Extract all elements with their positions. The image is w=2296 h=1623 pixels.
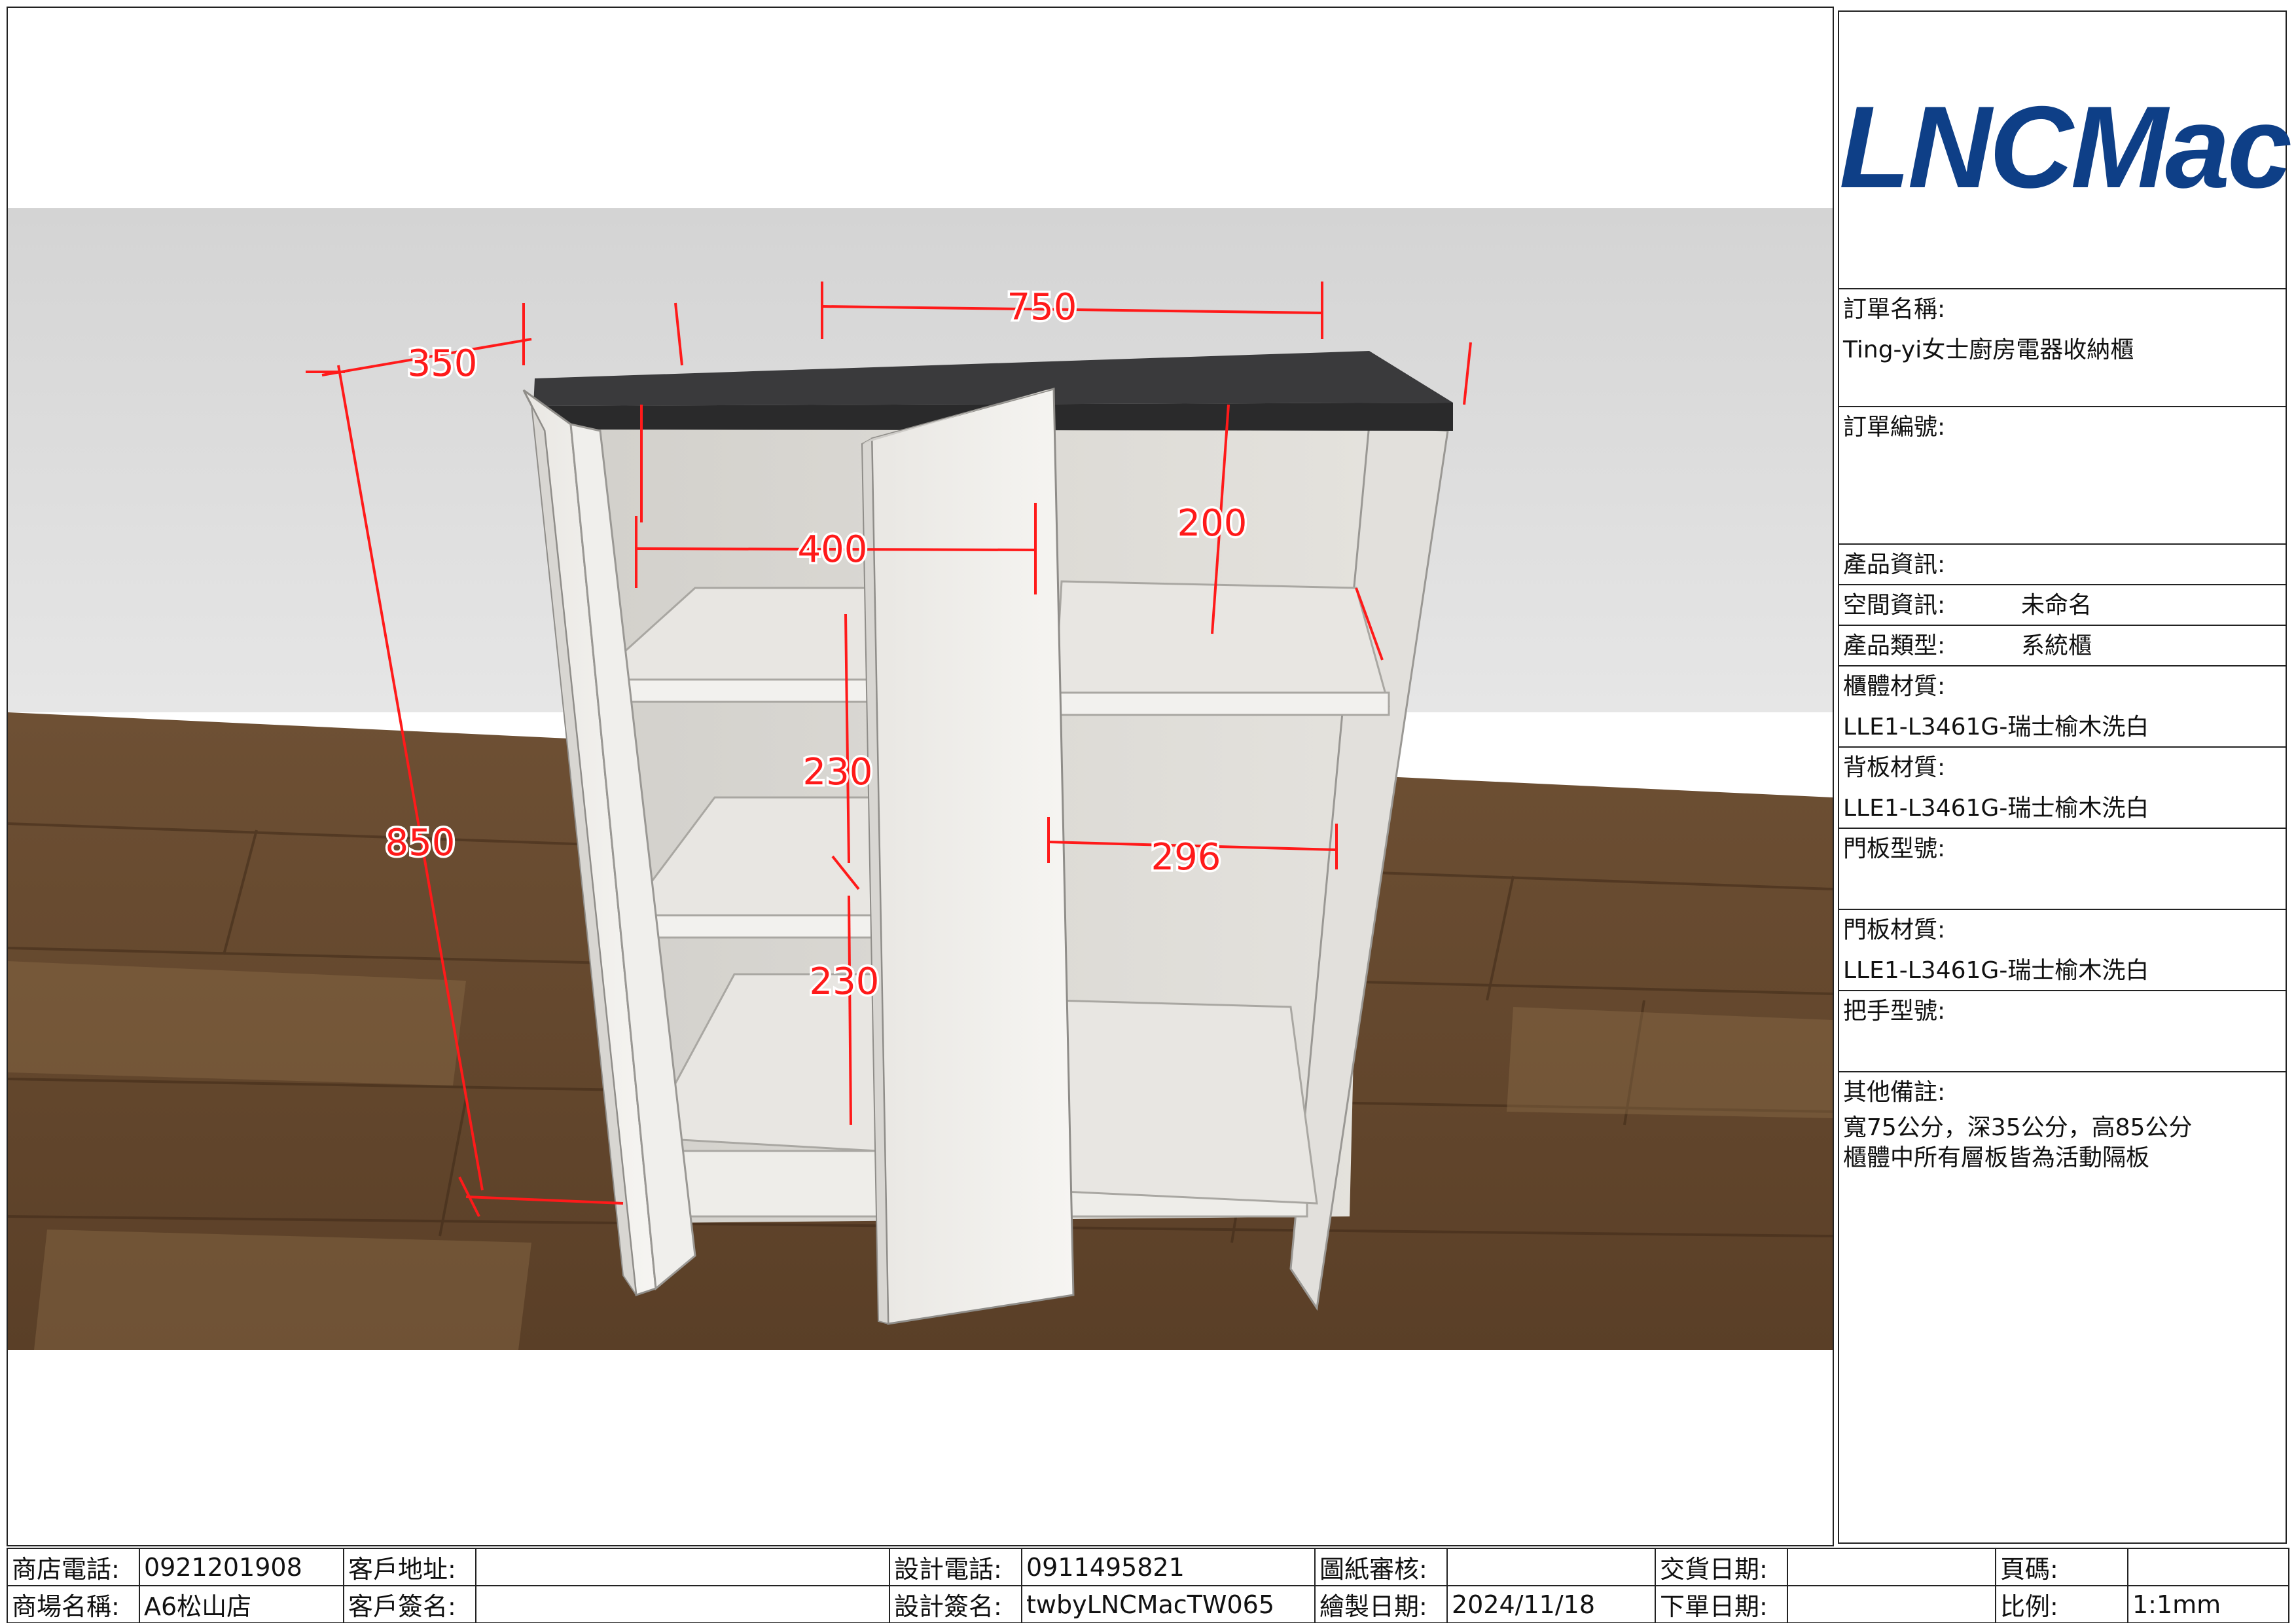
drawing-sheet: 750 350 850 400 200 230 230 296 LNCMac 訂… bbox=[0, 0, 2296, 1623]
remarks-label: 其他備註: bbox=[1843, 1079, 1946, 1106]
design-sign-label: 設計簽名: bbox=[889, 1585, 1022, 1623]
cabinet-material-field: 櫃體材質: LLE1-L3461G-瑞士榆木洗白 bbox=[1839, 666, 2286, 748]
order-name-field: 訂單名稱: Ting-yi女士廚房電器收納櫃 bbox=[1839, 289, 2286, 407]
door-material-value: LLE1-L3461G-瑞士榆木洗白 bbox=[1843, 957, 2149, 984]
shelf-right-upper bbox=[1054, 580, 1390, 707]
design-phone-value: 0911495821 bbox=[1021, 1548, 1316, 1586]
door-material-label: 門板材質: bbox=[1843, 917, 1946, 943]
dim-label-width: 750 bbox=[1007, 286, 1077, 329]
store-phone-label: 商店電話: bbox=[7, 1548, 140, 1586]
dim-label-shelf-gap-lower: 230 bbox=[810, 960, 880, 1003]
drawing-date-label: 繪製日期: bbox=[1314, 1585, 1448, 1623]
customer-sign-value bbox=[475, 1585, 890, 1623]
space-info-label: 空間資訊: bbox=[1843, 592, 1946, 619]
dim-label-height: 850 bbox=[386, 822, 456, 864]
order-number-label: 訂單編號: bbox=[1843, 414, 1946, 441]
design-phone-label: 設計電話: bbox=[889, 1548, 1022, 1586]
remarks-line-2: 櫃體中所有層板皆為活動隔板 bbox=[1843, 1144, 2150, 1171]
customer-address-label: 客戶地址: bbox=[343, 1548, 476, 1586]
product-type-label: 產品類型: bbox=[1843, 632, 1946, 659]
cabinet-material-label: 櫃體材質: bbox=[1843, 673, 1946, 700]
product-type-field: 產品類型: 系統櫃 bbox=[1839, 626, 2286, 666]
title-block-row-1: 商店電話: 0921201908 客戶地址: 設計電話: 0911495821 … bbox=[7, 1548, 2289, 1586]
page-label: 頁碼: bbox=[1995, 1548, 2128, 1586]
product-info-label: 產品資訊: bbox=[1843, 551, 1946, 578]
mall-name-value: A6松山店 bbox=[139, 1585, 344, 1623]
door-material-field: 門板材質: LLE1-L3461G-瑞士榆木洗白 bbox=[1839, 910, 2286, 991]
design-sign-value: twbyLNCMacTW065 bbox=[1021, 1585, 1316, 1623]
shelf-right-bottom bbox=[1034, 999, 1318, 1205]
review-label: 圖紙審核: bbox=[1314, 1548, 1448, 1586]
order-date-label: 下單日期: bbox=[1655, 1585, 1788, 1623]
back-material-field: 背板材質: LLE1-L3461G-瑞士榆木洗白 bbox=[1839, 748, 2286, 829]
order-number-field: 訂單編號: bbox=[1839, 407, 2286, 545]
shelf-left-upper-edge bbox=[592, 678, 880, 703]
back-material-value: LLE1-L3461G-瑞士榆木洗白 bbox=[1843, 795, 2149, 822]
space-info-value: 未命名 bbox=[2021, 592, 2092, 619]
customer-sign-label: 客戶簽名: bbox=[343, 1585, 476, 1623]
door-model-field: 門板型號: bbox=[1839, 829, 2286, 910]
page-value bbox=[2127, 1548, 2289, 1586]
order-name-label: 訂單名稱: bbox=[1843, 296, 1946, 323]
remarks-line-1: 寬75公分，深35公分，高85公分 bbox=[1843, 1114, 2193, 1141]
dim-label-left-inner-width: 400 bbox=[798, 528, 868, 571]
order-name-value: Ting-yi女士廚房電器收納櫃 bbox=[1843, 337, 2134, 363]
brand-logo: LNCMac bbox=[1839, 82, 2292, 212]
cabinet-material-value: LLE1-L3461G-瑞士榆木洗白 bbox=[1843, 714, 2149, 740]
handle-model-label: 把手型號: bbox=[1843, 998, 1946, 1025]
review-value bbox=[1446, 1548, 1656, 1586]
scale-label: 比例: bbox=[1995, 1585, 2128, 1623]
title-block-row-2: 商場名稱: A6松山店 客戶簽名: 設計簽名: twbyLNCMacTW065 … bbox=[7, 1585, 2289, 1623]
dim-label-depth: 350 bbox=[408, 342, 478, 385]
scale-value: 1:1mm bbox=[2127, 1585, 2289, 1623]
store-phone-value: 0921201908 bbox=[139, 1548, 344, 1586]
delivery-date-value bbox=[1787, 1548, 1996, 1586]
dim-label-right-inner-depth: 200 bbox=[1177, 502, 1247, 545]
door-model-label: 門板型號: bbox=[1843, 835, 1946, 862]
door-center bbox=[870, 388, 1075, 1325]
mall-name-label: 商場名稱: bbox=[7, 1585, 140, 1623]
product-type-value: 系統櫃 bbox=[2021, 632, 2092, 659]
shelf-left-middle-edge bbox=[625, 914, 880, 939]
delivery-date-label: 交貨日期: bbox=[1655, 1548, 1788, 1586]
order-date-value bbox=[1787, 1585, 1996, 1623]
dim-label-shelf-gap-upper: 230 bbox=[803, 751, 873, 793]
space-info-field: 空間資訊: 未命名 bbox=[1839, 585, 2286, 626]
handle-model-field: 把手型號: bbox=[1839, 991, 2286, 1072]
info-panel: LNCMac 訂單名稱: Ting-yi女士廚房電器收納櫃 訂單編號: 產品資訊… bbox=[1838, 10, 2292, 1544]
logo-box: LNCMac bbox=[1839, 12, 2292, 289]
cabinet-render-svg: 750 350 850 400 200 230 230 296 bbox=[8, 208, 1833, 1350]
drawing-date-value: 2024/11/18 bbox=[1446, 1585, 1656, 1623]
dim-label-right-inner-width: 296 bbox=[1151, 836, 1221, 879]
cabinet-render: 750 350 850 400 200 230 230 296 bbox=[8, 208, 1833, 1350]
title-block: 商店電話: 0921201908 客戶地址: 設計電話: 0911495821 … bbox=[7, 1548, 2289, 1623]
customer-address-value bbox=[475, 1548, 890, 1586]
remarks-field: 其他備註: 寬75公分，深35公分，高85公分 櫃體中所有層板皆為活動隔板 bbox=[1839, 1072, 2286, 1542]
shelf-right-upper-edge bbox=[1054, 691, 1390, 716]
product-info-field: 產品資訊: bbox=[1839, 545, 2286, 585]
back-material-label: 背板材質: bbox=[1843, 754, 1946, 781]
